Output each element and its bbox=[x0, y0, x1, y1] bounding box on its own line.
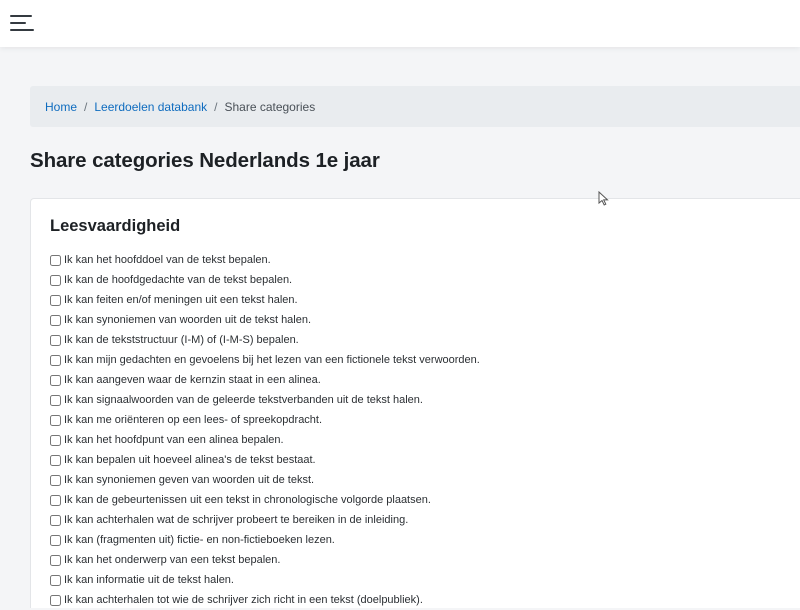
hamburger-menu-icon[interactable] bbox=[10, 12, 36, 34]
list-item[interactable]: Ik kan signaalwoorden van de geleerde te… bbox=[49, 390, 789, 410]
list-item[interactable]: Ik kan het hoofddoel van de tekst bepale… bbox=[49, 250, 789, 270]
list-item[interactable]: Ik kan bepalen uit hoeveel alinea's de t… bbox=[49, 450, 789, 470]
breadcrumb-separator: / bbox=[214, 99, 218, 114]
list-item[interactable]: Ik kan me oriënteren op een lees- of spr… bbox=[49, 410, 789, 430]
list-item[interactable]: Ik kan het onderwerp van een tekst bepal… bbox=[49, 550, 789, 570]
goal-checkbox[interactable] bbox=[50, 514, 61, 526]
goal-label: Ik kan het onderwerp van een tekst bepal… bbox=[64, 554, 281, 566]
list-item[interactable]: Ik kan synoniemen van woorden uit de tek… bbox=[49, 310, 789, 330]
section-title: Leesvaardigheid bbox=[50, 217, 181, 235]
list-item[interactable]: Ik kan de gebeurtenissen uit een tekst i… bbox=[49, 490, 789, 510]
list-item[interactable]: Ik kan synoniemen geven van woorden uit … bbox=[49, 470, 789, 490]
breadcrumb-current: Share categories bbox=[224, 99, 316, 114]
goal-checkbox[interactable] bbox=[50, 394, 61, 406]
goal-checkbox[interactable] bbox=[50, 494, 61, 506]
goal-list: Ik kan het hoofddoel van de tekst bepale… bbox=[49, 250, 789, 610]
list-item[interactable]: Ik kan het hoofdpunt van een alinea bepa… bbox=[49, 430, 789, 450]
list-item[interactable]: Ik kan de hoofdgedachte van de tekst bep… bbox=[49, 270, 789, 290]
category-card: Leesvaardigheid Ik kan het hoofddoel van… bbox=[30, 198, 800, 608]
goal-label: Ik kan signaalwoorden van de geleerde te… bbox=[64, 394, 423, 406]
goal-label: Ik kan de gebeurtenissen uit een tekst i… bbox=[64, 494, 431, 506]
page-title: Share categories Nederlands 1e jaar bbox=[30, 149, 380, 172]
list-item[interactable]: Ik kan achterhalen wat de schrijver prob… bbox=[49, 510, 789, 530]
list-item[interactable]: Ik kan (fragmenten uit) fictie- en non-f… bbox=[49, 530, 789, 550]
goal-label: Ik kan achterhalen tot wie de schrijver … bbox=[64, 594, 423, 606]
goal-checkbox[interactable] bbox=[50, 434, 61, 446]
breadcrumb-separator: / bbox=[84, 99, 88, 114]
goal-label: Ik kan (fragmenten uit) fictie- en non-f… bbox=[64, 534, 335, 546]
goal-checkbox[interactable] bbox=[50, 274, 61, 286]
goal-checkbox[interactable] bbox=[50, 414, 61, 426]
goal-label: Ik kan het hoofdpunt van een alinea bepa… bbox=[64, 434, 284, 446]
goal-checkbox[interactable] bbox=[50, 334, 61, 346]
goal-label: Ik kan aangeven waar de kernzin staat in… bbox=[64, 374, 321, 386]
top-navbar bbox=[0, 0, 800, 47]
list-item[interactable]: Ik kan achterhalen tot wie de schrijver … bbox=[49, 590, 789, 610]
goal-label: Ik kan de hoofdgedachte van de tekst bep… bbox=[64, 274, 293, 286]
list-item[interactable]: Ik kan de tekststructuur (I-M) of (I-M-S… bbox=[49, 330, 789, 350]
goal-checkbox[interactable] bbox=[50, 314, 61, 326]
goal-checkbox[interactable] bbox=[50, 374, 61, 386]
goal-checkbox[interactable] bbox=[50, 454, 61, 466]
goal-label: Ik kan mijn gedachten en gevoelens bij h… bbox=[64, 354, 480, 366]
goal-label: Ik kan het hoofddoel van de tekst bepale… bbox=[64, 254, 271, 266]
goal-checkbox[interactable] bbox=[50, 574, 61, 586]
breadcrumb: Home / Leerdoelen databank / Share categ… bbox=[30, 86, 800, 127]
goal-label: Ik kan informatie uit de tekst halen. bbox=[64, 574, 234, 586]
goal-label: Ik kan synoniemen geven van woorden uit … bbox=[64, 474, 315, 486]
goal-label: Ik kan feiten en/of meningen uit een tek… bbox=[64, 294, 298, 306]
list-item[interactable]: Ik kan informatie uit de tekst halen. bbox=[49, 570, 789, 590]
goal-label: Ik kan me oriënteren op een lees- of spr… bbox=[64, 414, 323, 426]
list-item[interactable]: Ik kan aangeven waar de kernzin staat in… bbox=[49, 370, 789, 390]
goal-checkbox[interactable] bbox=[50, 354, 61, 366]
list-item[interactable]: Ik kan feiten en/of meningen uit een tek… bbox=[49, 290, 789, 310]
goal-checkbox[interactable] bbox=[50, 594, 61, 606]
goal-checkbox[interactable] bbox=[50, 554, 61, 566]
goal-checkbox[interactable] bbox=[50, 294, 61, 306]
goal-label: Ik kan de tekststructuur (I-M) of (I-M-S… bbox=[64, 334, 299, 346]
goal-label: Ik kan synoniemen van woorden uit de tek… bbox=[64, 314, 312, 326]
mouse-pointer-icon bbox=[598, 191, 609, 206]
list-item[interactable]: Ik kan mijn gedachten en gevoelens bij h… bbox=[49, 350, 789, 370]
goal-checkbox[interactable] bbox=[50, 474, 61, 486]
breadcrumb-home-link[interactable]: Home bbox=[45, 100, 77, 114]
breadcrumb-databank-link[interactable]: Leerdoelen databank bbox=[94, 100, 207, 114]
goal-label: Ik kan achterhalen wat de schrijver prob… bbox=[64, 514, 409, 526]
goal-label: Ik kan bepalen uit hoeveel alinea's de t… bbox=[64, 454, 316, 466]
goal-checkbox[interactable] bbox=[50, 534, 61, 546]
goal-checkbox[interactable] bbox=[50, 254, 61, 266]
